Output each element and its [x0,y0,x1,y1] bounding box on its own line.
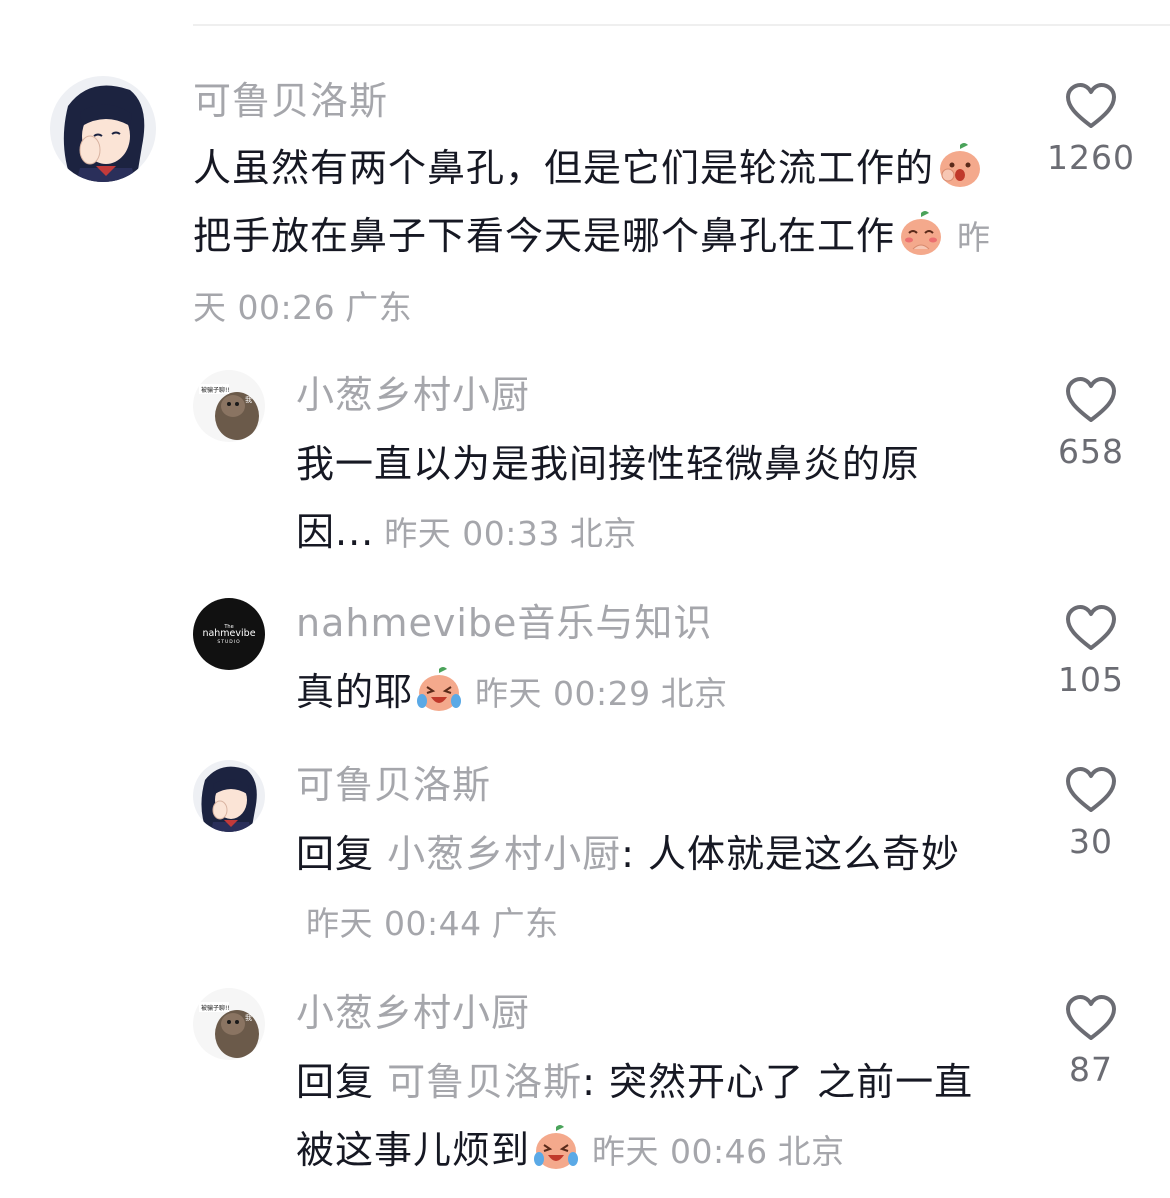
comment-text: 回复 小葱乡村小厨: 人体就是这么奇妙昨天 00:44 广东 [296,820,996,958]
comment-text: 真的耶 昨天 00:29 北京 [296,658,996,728]
avatar-caption: 我 [245,1013,252,1022]
avatar[interactable] [50,76,156,182]
like-button[interactable]: 1260 [1031,82,1151,178]
like-count: 30 [1069,822,1113,861]
heart-icon [1066,995,1116,1040]
like-count: 658 [1058,432,1124,471]
comment-text-part: : 人体就是这么奇妙 [621,832,960,876]
like-button[interactable]: 30 [1031,766,1151,862]
avatar-logo-text: nahmevibe [202,628,255,639]
avatar-logo-sub: STUDIO [217,639,240,645]
heart-icon [1066,377,1116,422]
like-count: 105 [1058,660,1124,699]
like-button[interactable]: 105 [1031,604,1151,700]
comment-location: 北京 [569,514,637,553]
comment-time: 昨天 00:44 [306,904,482,943]
comment-text-part: 把手放在鼻子下看今天是哪个鼻孔在工作 [193,214,896,258]
heart-icon [1066,83,1116,128]
avatar-caption: 被骗子聊!! [201,386,230,394]
laugh-cry-peach-emoji-icon [415,665,463,713]
reply-prefix: 回复 [296,832,388,876]
heart-icon [1066,767,1116,812]
like-count: 87 [1069,1050,1113,1089]
comment-text: 我一直以为是我间接性轻微鼻炎的原因... 昨天 00:33 北京 [296,430,996,568]
comment-meta: 昨天 00:33 北京 [384,514,637,553]
comment-text-part: 人虽然有两个鼻孔，但是它们是轮流工作的 [193,146,935,190]
comment-meta: 昨天 00:44 广东 [306,904,559,943]
reply-target-name[interactable]: 可鲁贝洛斯 [387,1060,582,1104]
comment-author-name[interactable]: nahmevibe音乐与知识 [296,600,712,646]
shy-peach-emoji-icon [897,209,945,257]
comment-meta: 昨天 00:29 北京 [475,674,728,713]
comment-location: 北京 [777,1132,845,1171]
comment-location: 广东 [491,904,559,943]
comment-time: 昨天 00:46 [592,1132,768,1171]
like-button[interactable]: 658 [1031,376,1151,472]
comment-meta: 昨天 00:46 北京 [592,1132,845,1171]
avatar-caption: 被骗子聊!! [201,1004,230,1012]
reply-prefix: 回复 [296,1060,388,1104]
comment-author-name[interactable]: 可鲁贝洛斯 [296,762,491,808]
laugh-cry-peach-emoji-icon [532,1123,580,1171]
comment-author-name[interactable]: 小葱乡村小厨 [296,990,530,1036]
avatar-caption: 我 [245,395,252,404]
like-button[interactable]: 87 [1031,994,1151,1090]
avatar[interactable] [193,760,265,832]
heart-icon [1066,605,1116,650]
top-divider [193,24,1170,26]
comment-location: 北京 [660,674,728,713]
avatar[interactable]: 被骗子聊!! 我 [193,988,265,1060]
comment-location: 广东 [345,288,413,327]
reply-target-name[interactable]: 小葱乡村小厨 [387,832,621,876]
like-count: 1260 [1047,138,1135,177]
shocked-peach-emoji-icon [936,141,984,189]
comment-author-name[interactable]: 可鲁贝洛斯 [193,78,388,124]
comment-time: 昨天 00:33 [384,514,560,553]
avatar[interactable]: The nahmevibe STUDIO [193,598,265,670]
comment-time: 昨天 00:29 [475,674,651,713]
comment-text: 人虽然有两个鼻孔，但是它们是轮流工作的 把手放在鼻子下看今天是哪个鼻孔在工作 昨天 … [193,134,1013,342]
avatar[interactable]: 被骗子聊!! 我 [193,370,265,442]
comment-text: 回复 可鲁贝洛斯: 突然开心了 之前一直被这事儿烦到 昨天 00:46 北京 [296,1048,996,1186]
comment-author-name[interactable]: 小葱乡村小厨 [296,372,530,418]
comment-text-part: 真的耶 [296,670,414,714]
